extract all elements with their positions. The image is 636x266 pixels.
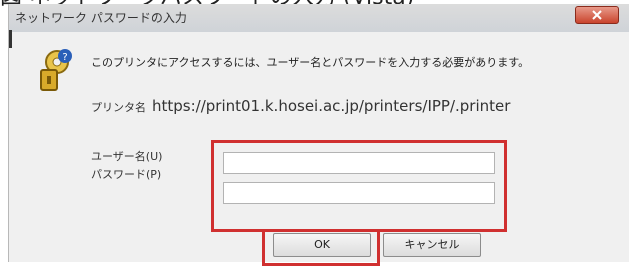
printer-label: プリンタ名 — [91, 101, 146, 114]
printer-url: https://print01.k.hosei.ac.jp/printers/I… — [152, 97, 511, 115]
svg-text:?: ? — [62, 52, 67, 63]
close-icon — [592, 10, 602, 20]
password-label: パスワード(P) — [91, 168, 162, 181]
cancel-button[interactable]: キャンセル — [383, 233, 481, 257]
key-icon: ? — [35, 48, 75, 94]
window-edge-mark — [9, 30, 12, 48]
close-button[interactable] — [575, 6, 619, 24]
question-icon: ? — [58, 49, 72, 63]
dialog-titlebar: ネットワーク パスワードの入力 — [9, 4, 629, 32]
ok-highlight-box — [262, 229, 380, 266]
dialog-message: このプリンタにアクセスするには、ユーザー名とパスワードを入力する必要があります。 — [91, 56, 530, 69]
network-password-dialog: ネットワーク パスワードの入力 ? このプリンタにアクセスするには、ユーザー名と… — [8, 4, 629, 266]
credentials-highlight-box — [211, 140, 507, 232]
username-label: ユーザー名(U) — [91, 150, 163, 163]
printer-info: プリンタ名 https://print01.k.hosei.ac.jp/print… — [91, 96, 510, 115]
dialog-title: ネットワーク パスワードの入力 — [15, 11, 187, 25]
